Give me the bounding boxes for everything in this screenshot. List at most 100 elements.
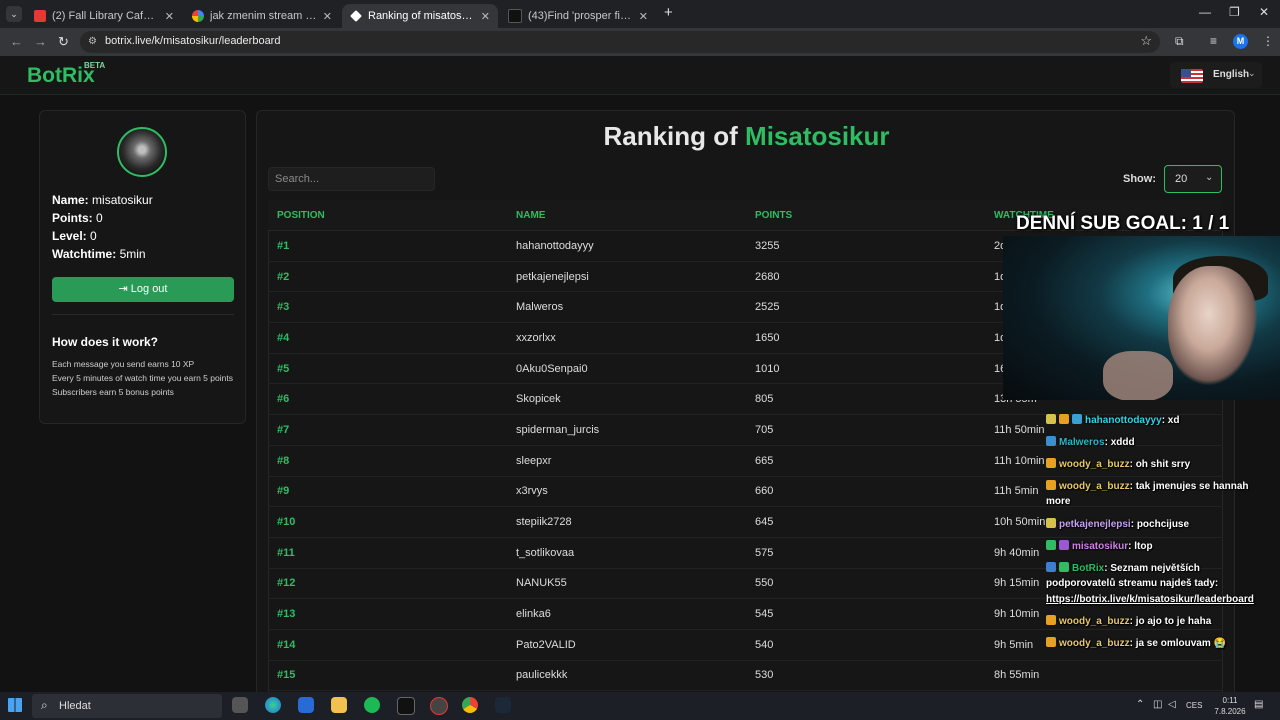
row-name: Skopicek [507, 383, 746, 416]
logout-icon: ⇥ [118, 283, 128, 295]
column-header[interactable]: NAME [507, 200, 746, 231]
chat-text: xddd [1110, 437, 1135, 448]
chat-message: woody_a_buzz: oh shit srry [1046, 458, 1190, 470]
start-icon[interactable] [8, 698, 22, 712]
profile-watchtime: Watchtime: 5min [52, 247, 146, 261]
language-selector[interactable]: English ⌄ [1170, 62, 1262, 88]
chat-message: woody_a_buzz: jo ajo to je haha [1046, 615, 1211, 627]
sub-goal: DENNÍ SUB GOAL: 1 / 1 [1016, 213, 1230, 234]
tray-overflow-icon[interactable]: ⌃ [1136, 699, 1144, 710]
notification-icon[interactable]: ▤ [1254, 699, 1263, 710]
close-tab-icon[interactable]: ✕ [165, 10, 174, 23]
address-bar[interactable]: ⚙ botrix.live/k/misatosikur/leaderboard … [80, 31, 1160, 53]
site-info-icon[interactable]: ⚙ [88, 36, 97, 47]
tab-title: Ranking of misatosikur | BotRix [368, 10, 475, 22]
chat-link[interactable]: https://botrix.live/k/misatosikur/leader… [1046, 594, 1254, 605]
close-tab-icon[interactable]: ✕ [481, 10, 490, 23]
row-name: Malweros [507, 291, 746, 324]
reload-icon[interactable]: ↻ [58, 34, 69, 50]
search-input[interactable] [269, 168, 431, 190]
chat-badge-icon [1046, 436, 1056, 446]
chat-badge-icon [1046, 615, 1056, 625]
row-position: #8 [268, 445, 507, 477]
row-name: hahanottodayyy [507, 230, 746, 262]
how-line: Every 5 minutes of watch time you earn 5… [52, 373, 233, 383]
row-position: #3 [268, 291, 507, 324]
reading-list-icon[interactable]: ≡ [1210, 34, 1217, 48]
profile-avatar[interactable]: M [1233, 34, 1248, 49]
obs-icon[interactable] [430, 697, 448, 715]
chrome-icon[interactable] [462, 697, 478, 713]
row-position: #4 [268, 322, 507, 354]
minimize-icon[interactable]: — [1199, 5, 1211, 19]
row-position: #5 [268, 353, 507, 385]
tiktok-icon [508, 9, 522, 23]
chat-badge-icon [1046, 562, 1056, 572]
window-close-icon[interactable]: ✕ [1259, 5, 1269, 19]
tab-google[interactable]: jak zmenim stream delay v obs ✕ [184, 4, 340, 28]
chevron-down-icon: ⌄ [1248, 68, 1256, 78]
network-icon[interactable]: ◫ [1153, 699, 1162, 710]
webcam-face [1168, 266, 1258, 386]
row-points: 705 [746, 414, 985, 446]
row-name: 0Aku0Senpai0 [507, 353, 746, 385]
profile-points: Points: 0 [52, 211, 103, 225]
profile-name: Name: misatosikur [52, 193, 153, 207]
store-icon[interactable] [298, 697, 314, 713]
tab-tiktok[interactable]: (43)Find 'prosper fitness edit' on ✕ [500, 4, 656, 28]
close-tab-icon[interactable]: ✕ [639, 10, 648, 23]
extensions-icon[interactable]: ⧉ [1175, 34, 1184, 49]
chat-text: pochcijuse [1136, 519, 1190, 530]
row-name: paulicekkk [507, 660, 746, 692]
close-tab-icon[interactable]: ✕ [323, 10, 332, 23]
table-row[interactable]: #15 paulicekkk 530 8h 55min [268, 660, 1223, 692]
spotify-icon[interactable] [364, 697, 380, 713]
how-title: How does it work? [52, 335, 159, 349]
taskbar-search[interactable]: ⌕ Hledat [32, 694, 222, 718]
youtube-icon [34, 10, 46, 22]
column-header[interactable]: POSITION [268, 200, 507, 231]
task-view-icon[interactable] [232, 697, 248, 713]
tab-botrix[interactable]: Ranking of misatosikur | BotRix ✕ [342, 4, 498, 28]
row-position: #15 [268, 660, 507, 692]
volume-icon[interactable]: ◁ [1168, 699, 1176, 710]
chat-text: oh shit srry [1135, 459, 1191, 470]
back-icon[interactable]: ← [10, 34, 23, 49]
restore-icon[interactable]: ❐ [1229, 5, 1240, 19]
clock[interactable]: 0:11 7.8.2026 [1212, 695, 1248, 717]
row-position: #13 [268, 598, 507, 630]
chat-message: Malweros: xddd [1046, 436, 1135, 448]
row-name: xxzorlxx [507, 322, 746, 354]
forward-icon[interactable]: → [34, 34, 47, 49]
how-line: Subscribers earn 5 bonus points [52, 387, 174, 397]
row-position: #9 [268, 476, 507, 508]
file-explorer-icon[interactable] [331, 697, 347, 713]
chat-text: xd [1167, 415, 1180, 426]
menu-icon[interactable]: ⋮ [1262, 34, 1274, 48]
tiktok-app-icon[interactable] [397, 697, 415, 715]
search-box[interactable] [268, 167, 435, 191]
row-name: Pato2VALID [507, 629, 746, 661]
logout-button[interactable]: ⇥ Log out [52, 277, 234, 302]
chat-username: misatosikur [1072, 541, 1129, 552]
clock-time: 0:11 [1222, 696, 1238, 705]
chat-message: woody_a_buzz: ja se omlouvam 😭 [1046, 637, 1226, 649]
edge-icon[interactable] [265, 697, 281, 713]
row-name: NANUK55 [507, 568, 746, 600]
bookmark-star-icon[interactable]: ☆ [1140, 33, 1152, 49]
input-language[interactable]: CES [1186, 701, 1202, 710]
url-text[interactable]: botrix.live/k/misatosikur/leaderboard [105, 35, 280, 47]
row-name: t_sotlikovaa [507, 537, 746, 569]
chat-message: petkajenejlepsi: pochcijuse [1046, 518, 1189, 530]
show-label: Show: [1123, 173, 1156, 185]
tab-youtube[interactable]: (2) Fall Library Cafe Ambience w ✕ [26, 4, 182, 28]
chat-badge-icon [1046, 458, 1056, 468]
steam-icon[interactable] [495, 697, 511, 713]
tab-search-icon[interactable]: ⌄ [6, 6, 22, 22]
chat-badge-icon [1046, 518, 1056, 528]
show-select[interactable]: 20 ⌄ [1164, 165, 1222, 193]
row-points: 2680 [746, 261, 985, 293]
new-tab-button[interactable]: + [664, 4, 673, 21]
column-header[interactable]: POINTS [746, 200, 985, 231]
row-position: #14 [268, 629, 507, 661]
